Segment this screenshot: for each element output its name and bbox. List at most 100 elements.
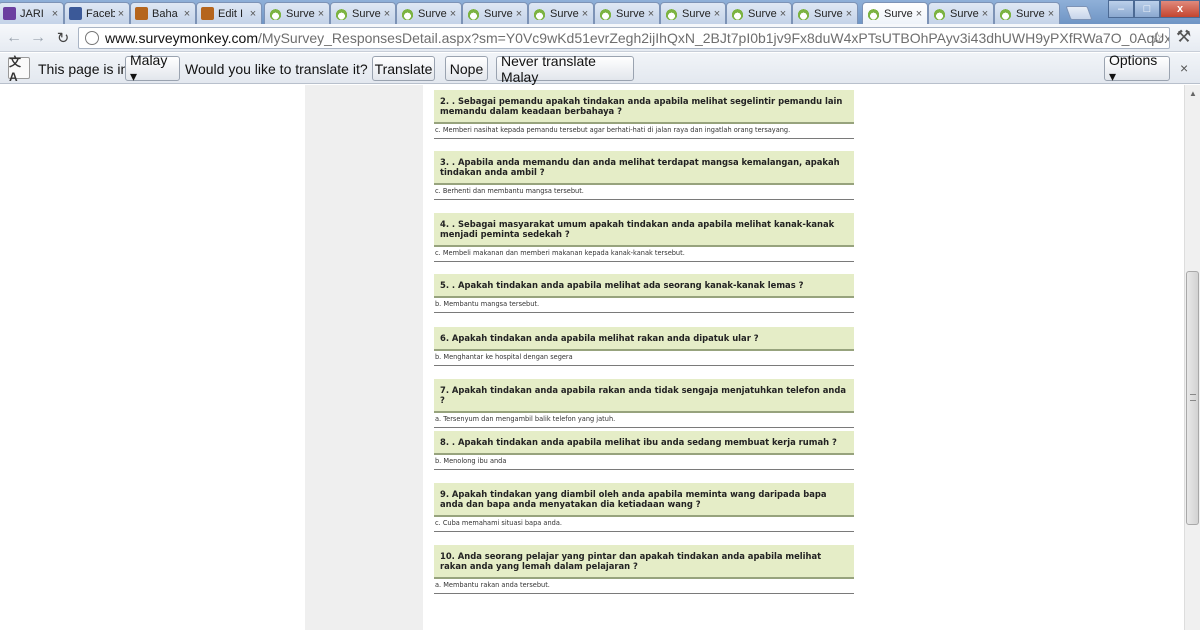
tab-label: Faceb: [86, 7, 115, 20]
surveymonkey-icon: [335, 7, 348, 20]
tab-label: JARI: [20, 7, 44, 20]
answer-text: c. Cuba memahami situasi bapa anda.: [434, 517, 854, 532]
tab-close-icon[interactable]: ×: [49, 8, 61, 20]
tab-close-icon[interactable]: ×: [777, 8, 789, 20]
response-item: 6. Apakah tindakan anda apabila melihat …: [434, 327, 854, 366]
tab[interactable]: Surve ×: [396, 2, 462, 24]
tab-label: Surve: [748, 7, 777, 20]
answer-text: b. Membantu mangsa tersebut.: [434, 298, 854, 313]
question-text: 8. . Apakah tindakan anda apabila meliha…: [434, 431, 854, 455]
translate-button[interactable]: Translate: [372, 56, 435, 81]
url-host: www.surveymonkey.com: [105, 30, 259, 46]
response-item: 4. . Sebagai masyarakat umum apakah tind…: [434, 213, 854, 262]
question-text: 3. . Apabila anda memandu dan anda melih…: [434, 151, 854, 185]
response-item: 2. . Sebagai pemandu apakah tindakan and…: [434, 90, 854, 139]
answer-text: c. Memberi nasihat kepada pemandu terseb…: [434, 124, 854, 139]
address-bar[interactable]: www.surveymonkey.com/MySurvey_ResponsesD…: [78, 27, 1170, 49]
response-item: 7. Apakah tindakan anda apabila rakan an…: [434, 379, 854, 428]
forward-arrow-icon[interactable]: →: [28, 28, 48, 48]
tab[interactable]: Surve ×: [726, 2, 792, 24]
new-tab-button[interactable]: [1065, 6, 1093, 20]
tab-close-icon[interactable]: ×: [843, 8, 855, 20]
tab[interactable]: Surve ×: [660, 2, 726, 24]
jari-favicon: [3, 7, 16, 20]
tab-label: Surve: [950, 7, 979, 20]
tab-close-icon[interactable]: ×: [711, 8, 723, 20]
tab-label: Surve: [418, 7, 447, 20]
tab[interactable]: Surve ×: [994, 2, 1060, 24]
tab-label: Surve: [484, 7, 513, 20]
surveymonkey-icon: [999, 7, 1012, 20]
tab-close-icon[interactable]: ×: [447, 8, 459, 20]
surveymonkey-icon: [731, 7, 744, 20]
scrollbar-grip-icon: [1190, 394, 1196, 401]
tab-label: Edit I: [218, 7, 244, 20]
tab[interactable]: Surve ×: [928, 2, 994, 24]
close-window-button[interactable]: x: [1160, 0, 1200, 18]
tab[interactable]: JARI ×: [0, 2, 64, 24]
page-favicon: [201, 7, 214, 20]
question-text: 10. Anda seorang pelajar yang pintar dan…: [434, 545, 854, 579]
question-text: 5. . Apakah tindakan anda apabila meliha…: [434, 274, 854, 298]
tab-label: Surve: [352, 7, 381, 20]
tab-close-icon[interactable]: ×: [979, 8, 991, 20]
answer-text: a. Membantu rakan anda tersebut.: [434, 579, 854, 594]
page-info-icon[interactable]: [85, 31, 99, 45]
wrench-menu-icon[interactable]: ⚒: [1176, 27, 1191, 47]
surveymonkey-icon: [933, 7, 946, 20]
response-item: 8. . Apakah tindakan anda apabila meliha…: [434, 431, 854, 470]
tab-close-icon[interactable]: ×: [913, 8, 925, 20]
bookmark-star-icon[interactable]: ☆: [1150, 28, 1164, 48]
tab-strip: JARI × Faceb × Baha × Edit I × Surve × Surve × Surve…: [0, 0, 1200, 24]
tab-label: Surve: [1016, 7, 1045, 20]
never-translate-button[interactable]: Never translate Malay: [496, 53, 634, 85]
reload-icon[interactable]: ↻: [53, 28, 73, 48]
tab[interactable]: Surve ×: [330, 2, 396, 24]
maximize-button[interactable]: □: [1134, 0, 1160, 18]
response-item: 5. . Apakah tindakan anda apabila meliha…: [434, 274, 854, 313]
tab-close-icon[interactable]: ×: [181, 8, 193, 20]
tab[interactable]: Baha ×: [130, 2, 196, 24]
tab-close-icon[interactable]: ×: [247, 8, 259, 20]
translate-infobar: 文A This page is in Malay ▾ Would you lik…: [0, 52, 1200, 85]
surveymonkey-icon: [797, 7, 810, 20]
tab[interactable]: Surve ×: [462, 2, 528, 24]
browser-toolbar: ← → ↻ www.surveymonkey.com/MySurvey_Resp…: [0, 24, 1200, 52]
url-path: /MySurvey_ResponsesDetail.aspx?sm=Y0Vc9w…: [258, 30, 1169, 46]
tab-close-icon[interactable]: ×: [115, 8, 127, 20]
tab[interactable]: Edit I ×: [196, 2, 262, 24]
nope-button[interactable]: Nope: [445, 56, 488, 81]
page-content: 2. . Sebagai pemandu apakah tindakan and…: [0, 85, 1184, 630]
tab-close-icon[interactable]: ×: [513, 8, 525, 20]
answer-text: b. Menghantar ke hospital dengan segera: [434, 351, 854, 366]
tab[interactable]: Surve ×: [528, 2, 594, 24]
tab[interactable]: Surve ×: [264, 2, 330, 24]
tab-close-icon[interactable]: ×: [579, 8, 591, 20]
language-select[interactable]: Malay ▾: [125, 52, 180, 84]
tab-label: Surve: [616, 7, 645, 20]
vertical-scrollbar[interactable]: ▲: [1184, 85, 1200, 630]
tab[interactable]: Surve ×: [594, 2, 660, 24]
tab-close-icon[interactable]: ×: [645, 8, 657, 20]
tab-label: Surve: [814, 7, 843, 20]
tab-close-icon[interactable]: ×: [381, 8, 393, 20]
facebook-icon: [69, 7, 82, 20]
close-infobar-icon[interactable]: ×: [1180, 60, 1188, 76]
answer-text: c. Membeli makanan dan memberi makanan k…: [434, 247, 854, 262]
scroll-up-arrow-icon[interactable]: ▲: [1189, 89, 1197, 98]
tab[interactable]: Surve ×: [792, 2, 858, 24]
question-text: 6. Apakah tindakan anda apabila melihat …: [434, 327, 854, 351]
answer-text: c. Berhenti dan membantu mangsa tersebut…: [434, 185, 854, 200]
tab-active[interactable]: Surve ×: [862, 2, 928, 24]
options-button[interactable]: Options ▾: [1104, 52, 1170, 84]
response-item: 3. . Apabila anda memandu dan anda melih…: [434, 151, 854, 200]
scrollbar-thumb[interactable]: [1186, 271, 1199, 525]
back-arrow-icon[interactable]: ←: [4, 28, 24, 48]
tab-label: Baha: [152, 7, 178, 20]
tab-close-icon[interactable]: ×: [315, 8, 327, 20]
tab[interactable]: Faceb ×: [64, 2, 130, 24]
tab-close-icon[interactable]: ×: [1045, 8, 1057, 20]
question-text: 9. Apakah tindakan yang diambil oleh and…: [434, 483, 854, 517]
minimize-button[interactable]: –: [1108, 0, 1134, 18]
translate-question: Would you like to translate it?: [185, 61, 368, 77]
